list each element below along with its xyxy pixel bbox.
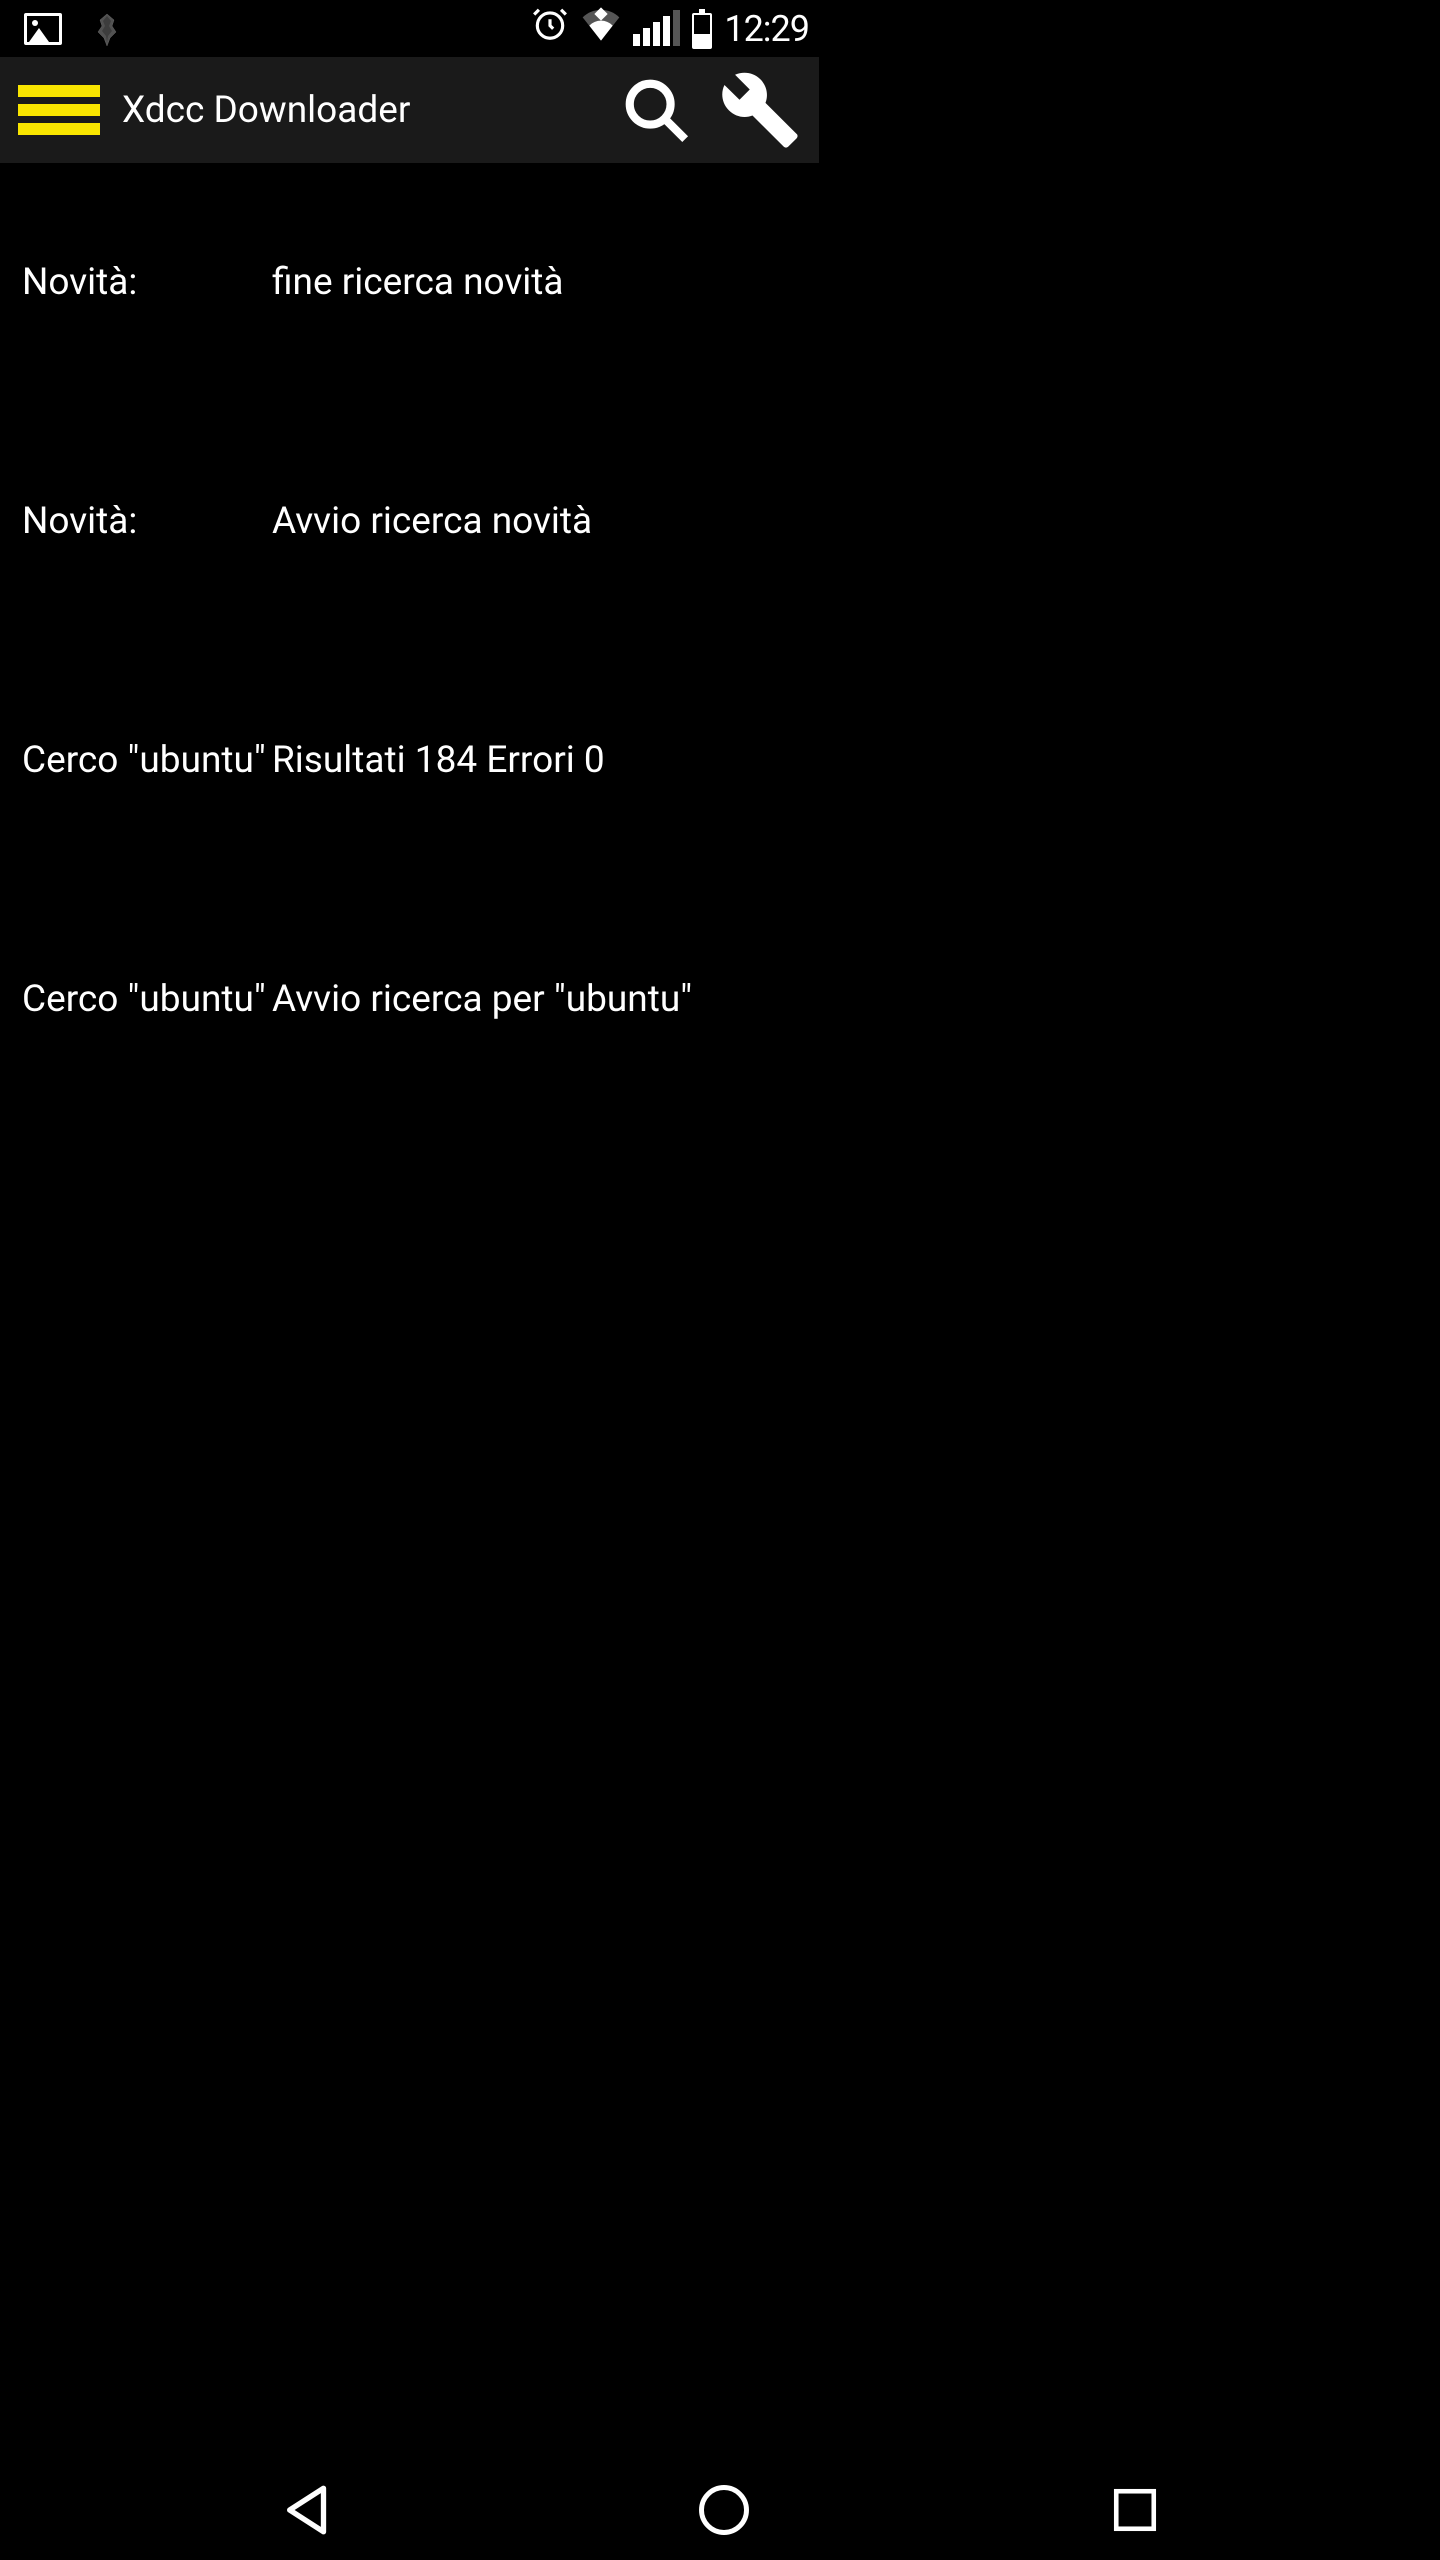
log-row: Cerco "ubuntu" Avvio ricerca per "ubuntu…: [22, 880, 797, 1119]
log-value: Avvio ricerca per "ubuntu": [272, 978, 692, 1021]
status-bar: 12:29: [0, 0, 819, 57]
alarm-icon: [531, 5, 569, 52]
cellular-signal-icon: [633, 12, 680, 46]
navigation-bar: [0, 2460, 1440, 2560]
gallery-icon: [24, 13, 62, 45]
log-row: Novità: Avvio ricerca novità: [22, 402, 797, 641]
log-label: Novità:: [22, 261, 272, 304]
log-value: fine ricerca novità: [272, 261, 564, 304]
back-button[interactable]: [280, 2481, 338, 2539]
log-content: Novità: fine ricerca novità Novità: Avvi…: [0, 163, 819, 1119]
app-title: Xdcc Downloader: [122, 89, 599, 132]
log-label: Cerco "ubuntu": [22, 739, 272, 782]
log-label: Cerco "ubuntu": [22, 978, 272, 1021]
log-value: Risultati 184 Errori 0: [272, 739, 605, 782]
status-clock: 12:29: [724, 8, 809, 50]
search-button[interactable]: [621, 75, 691, 145]
menu-button[interactable]: [18, 85, 100, 135]
log-label: Novità:: [22, 500, 272, 543]
wings-notification-icon: [92, 12, 122, 46]
action-bar-icons: [621, 69, 801, 151]
battery-icon: [692, 13, 712, 49]
status-right-icons: 12:29: [531, 5, 809, 52]
log-row: Novità: fine ricerca novità: [22, 163, 797, 402]
app-bar: Xdcc Downloader: [0, 57, 819, 163]
hamburger-icon: [18, 104, 100, 116]
home-button[interactable]: [697, 2483, 751, 2537]
status-left-icons: [10, 12, 122, 46]
hamburger-icon: [18, 123, 100, 135]
hamburger-icon: [18, 85, 100, 97]
recent-apps-button[interactable]: [1110, 2485, 1160, 2535]
log-value: Avvio ricerca novità: [272, 500, 592, 543]
wifi-icon: [581, 7, 621, 50]
settings-button[interactable]: [719, 69, 801, 151]
log-row: Cerco "ubuntu" Risultati 184 Errori 0: [22, 641, 797, 880]
